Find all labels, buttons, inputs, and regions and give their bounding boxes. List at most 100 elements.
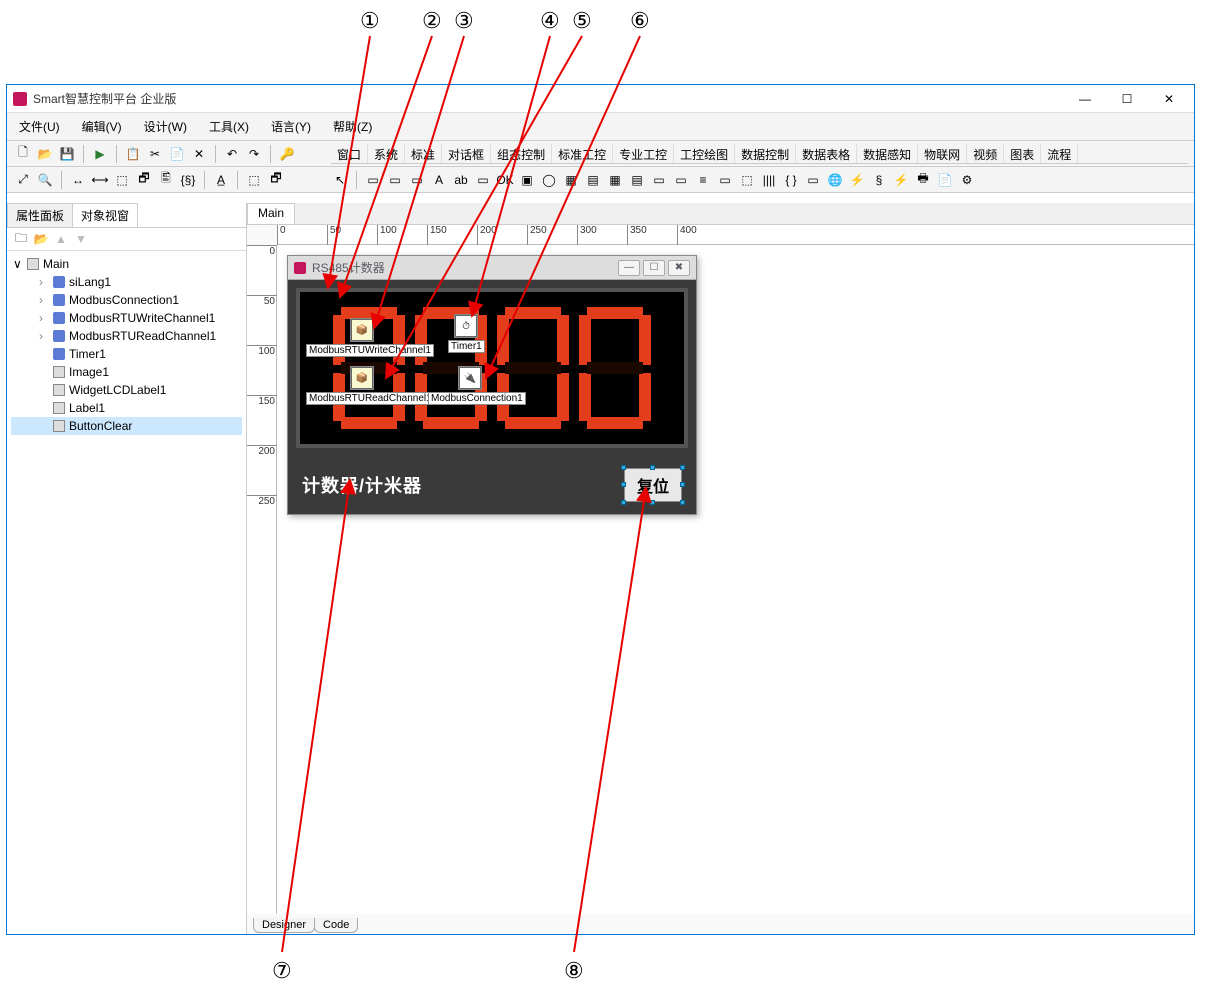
cut-icon[interactable]: ✂	[145, 144, 165, 164]
window-minimize-button[interactable]: —	[1066, 88, 1104, 110]
tool2-a0[interactable]: ⤢	[13, 170, 33, 190]
tool2-a7[interactable]: {§}	[178, 170, 198, 190]
undo-icon[interactable]: ↶	[222, 144, 242, 164]
palette-b21[interactable]: ▭	[803, 170, 823, 190]
component-write-channel[interactable]: 📦	[350, 318, 374, 342]
ribbon-tab-video[interactable]: 视频	[967, 144, 1004, 163]
palette-barcode-icon[interactable]: ||||	[759, 170, 779, 190]
lcd-panel[interactable]: 📦 ModbusRTUWriteChannel1 📦 ModbusRTURead…	[296, 288, 688, 448]
tree-node-Image1[interactable]: Image1	[11, 363, 242, 381]
ribbon-tab-data-ctrl[interactable]: 数据控制	[735, 144, 796, 163]
delete-icon[interactable]: ✕	[189, 144, 209, 164]
menu-tools[interactable]: 工具(X)	[205, 116, 253, 137]
bottom-tab-code[interactable]: Code	[314, 918, 358, 933]
window-close-button[interactable]: ✕	[1150, 88, 1188, 110]
titlebar[interactable]: Smart智慧控制平台 企业版 — ☐ ✕	[7, 85, 1194, 113]
palette-b15[interactable]: ▭	[671, 170, 691, 190]
tree-node-Label1[interactable]: Label1	[11, 399, 242, 417]
palette-radio-icon[interactable]: ◯	[539, 170, 559, 190]
key-icon[interactable]: 🔑	[277, 144, 297, 164]
menu-design[interactable]: 设计(W)	[140, 116, 191, 137]
palette-b13[interactable]: ▤	[627, 170, 647, 190]
ribbon-tab-chart[interactable]: 图表	[1004, 144, 1041, 163]
ribbon-tab-config[interactable]: 组态控制	[491, 144, 552, 163]
window-maximize-button[interactable]: ☐	[1108, 88, 1146, 110]
palette-pointer-icon[interactable]: ↖	[330, 170, 350, 190]
palette-b10[interactable]: ▦	[561, 170, 581, 190]
palette-globe-icon[interactable]: 🌐	[825, 170, 845, 190]
menu-language[interactable]: 语言(Y)	[267, 116, 315, 137]
tool2-a4[interactable]: ⬚	[112, 170, 132, 190]
ribbon-tab-system[interactable]: 系统	[368, 144, 405, 163]
reset-button[interactable]: 复位	[624, 468, 682, 502]
ribbon-tab-draw[interactable]: 工控绘图	[674, 144, 735, 163]
ribbon-tab-data-sense[interactable]: 数据感知	[857, 144, 918, 163]
form-titlebar[interactable]: RS485计数器 — ☐ ✖	[288, 256, 696, 280]
tool2-a9[interactable]: ⬚	[244, 170, 264, 190]
design-canvas[interactable]: RS485计数器 — ☐ ✖ 📦 ModbusRTUWriteChannel1 …	[277, 245, 1194, 914]
palette-b1[interactable]: ▭	[363, 170, 383, 190]
palette-b16[interactable]: ≡	[693, 170, 713, 190]
palette-b20[interactable]: { }	[781, 170, 801, 190]
ribbon-tab-iot[interactable]: 物联网	[918, 144, 967, 163]
ribbon-tab-flow[interactable]: 流程	[1041, 144, 1078, 163]
bottom-tab-designer[interactable]: Designer	[253, 918, 315, 933]
tree-node-WidgetLCDLabel1[interactable]: WidgetLCDLabel1	[11, 381, 242, 399]
paste-icon[interactable]: 📄	[167, 144, 187, 164]
ribbon-tab-dialog[interactable]: 对话框	[442, 144, 491, 163]
palette-print-icon[interactable]: 🖶	[913, 170, 933, 190]
tool2-a1[interactable]: 🔍	[35, 170, 55, 190]
palette-b2[interactable]: ▭	[385, 170, 405, 190]
palette-b6[interactable]: ▭	[473, 170, 493, 190]
palette-b3[interactable]: ▭	[407, 170, 427, 190]
save-icon[interactable]: 💾	[57, 144, 77, 164]
tool2-a3[interactable]: ⟷	[90, 170, 110, 190]
palette-b12[interactable]: ▦	[605, 170, 625, 190]
palette-edit-icon[interactable]: ab	[451, 170, 471, 190]
ribbon-tab-standard[interactable]: 标准	[405, 144, 442, 163]
tool2-a5[interactable]: 🗗	[134, 170, 154, 190]
redo-icon[interactable]: ↷	[244, 144, 264, 164]
tool2-a8[interactable]: A̲	[211, 170, 231, 190]
tool2-a2[interactable]: ↔	[68, 170, 88, 190]
ribbon-tab-std-ind[interactable]: 标准工控	[552, 144, 613, 163]
tree-node-ModbusRTUWriteChannel1[interactable]: ›ModbusRTUWriteChannel1	[11, 309, 242, 327]
lp-tool-up-icon[interactable]: ▲	[53, 231, 69, 247]
palette-b18[interactable]: ⬚	[737, 170, 757, 190]
menu-help[interactable]: 帮助(Z)	[329, 116, 376, 137]
tree-node-ModbusConnection1[interactable]: ›ModbusConnection1	[11, 291, 242, 309]
palette-gear-icon[interactable]: ⚙	[957, 170, 977, 190]
tree-node-siLang1[interactable]: ›siLang1	[11, 273, 242, 291]
palette-checkbox-icon[interactable]: ▣	[517, 170, 537, 190]
palette-label-icon[interactable]: A	[429, 170, 449, 190]
tool2-a6[interactable]: 🖺	[156, 170, 176, 190]
left-tab-objects[interactable]: 对象视窗	[72, 203, 138, 227]
form-close-icon[interactable]: ✖	[668, 260, 690, 276]
palette-b24[interactable]: §	[869, 170, 889, 190]
palette-b23[interactable]: ⚡	[847, 170, 867, 190]
tree-node-ModbusRTUReadChannel1[interactable]: ›ModbusRTUReadChannel1	[11, 327, 242, 345]
form-min-icon[interactable]: —	[618, 260, 640, 276]
palette-b25[interactable]: ⚡	[891, 170, 911, 190]
lp-tool-1[interactable]: 📂	[33, 231, 49, 247]
palette-b17[interactable]: ▭	[715, 170, 735, 190]
component-connection[interactable]: 🔌	[458, 366, 482, 390]
component-timer[interactable]: ⏱	[454, 314, 478, 338]
copy-icon[interactable]: 📋	[123, 144, 143, 164]
tree-node-ButtonClear[interactable]: ButtonClear	[11, 417, 242, 435]
menu-edit[interactable]: 编辑(V)	[78, 116, 126, 137]
palette-b11[interactable]: ▤	[583, 170, 603, 190]
design-tab-main[interactable]: Main	[247, 203, 295, 224]
designed-form[interactable]: RS485计数器 — ☐ ✖ 📦 ModbusRTUWriteChannel1 …	[287, 255, 697, 515]
footer-label[interactable]: 计数器/计米器	[302, 472, 422, 498]
palette-b14[interactable]: ▭	[649, 170, 669, 190]
palette-pdf-icon[interactable]: 📄	[935, 170, 955, 190]
tool2-a10[interactable]: 🗗	[266, 170, 286, 190]
form-max-icon[interactable]: ☐	[643, 260, 665, 276]
tree-node-Timer1[interactable]: Timer1	[11, 345, 242, 363]
lp-tool-0[interactable]: 🗀	[13, 231, 29, 247]
menu-file[interactable]: 文件(U)	[15, 116, 64, 137]
ribbon-tab-pro-ind[interactable]: 专业工控	[613, 144, 674, 163]
component-read-channel[interactable]: 📦	[350, 366, 374, 390]
left-tab-properties[interactable]: 属性面板	[7, 203, 73, 227]
